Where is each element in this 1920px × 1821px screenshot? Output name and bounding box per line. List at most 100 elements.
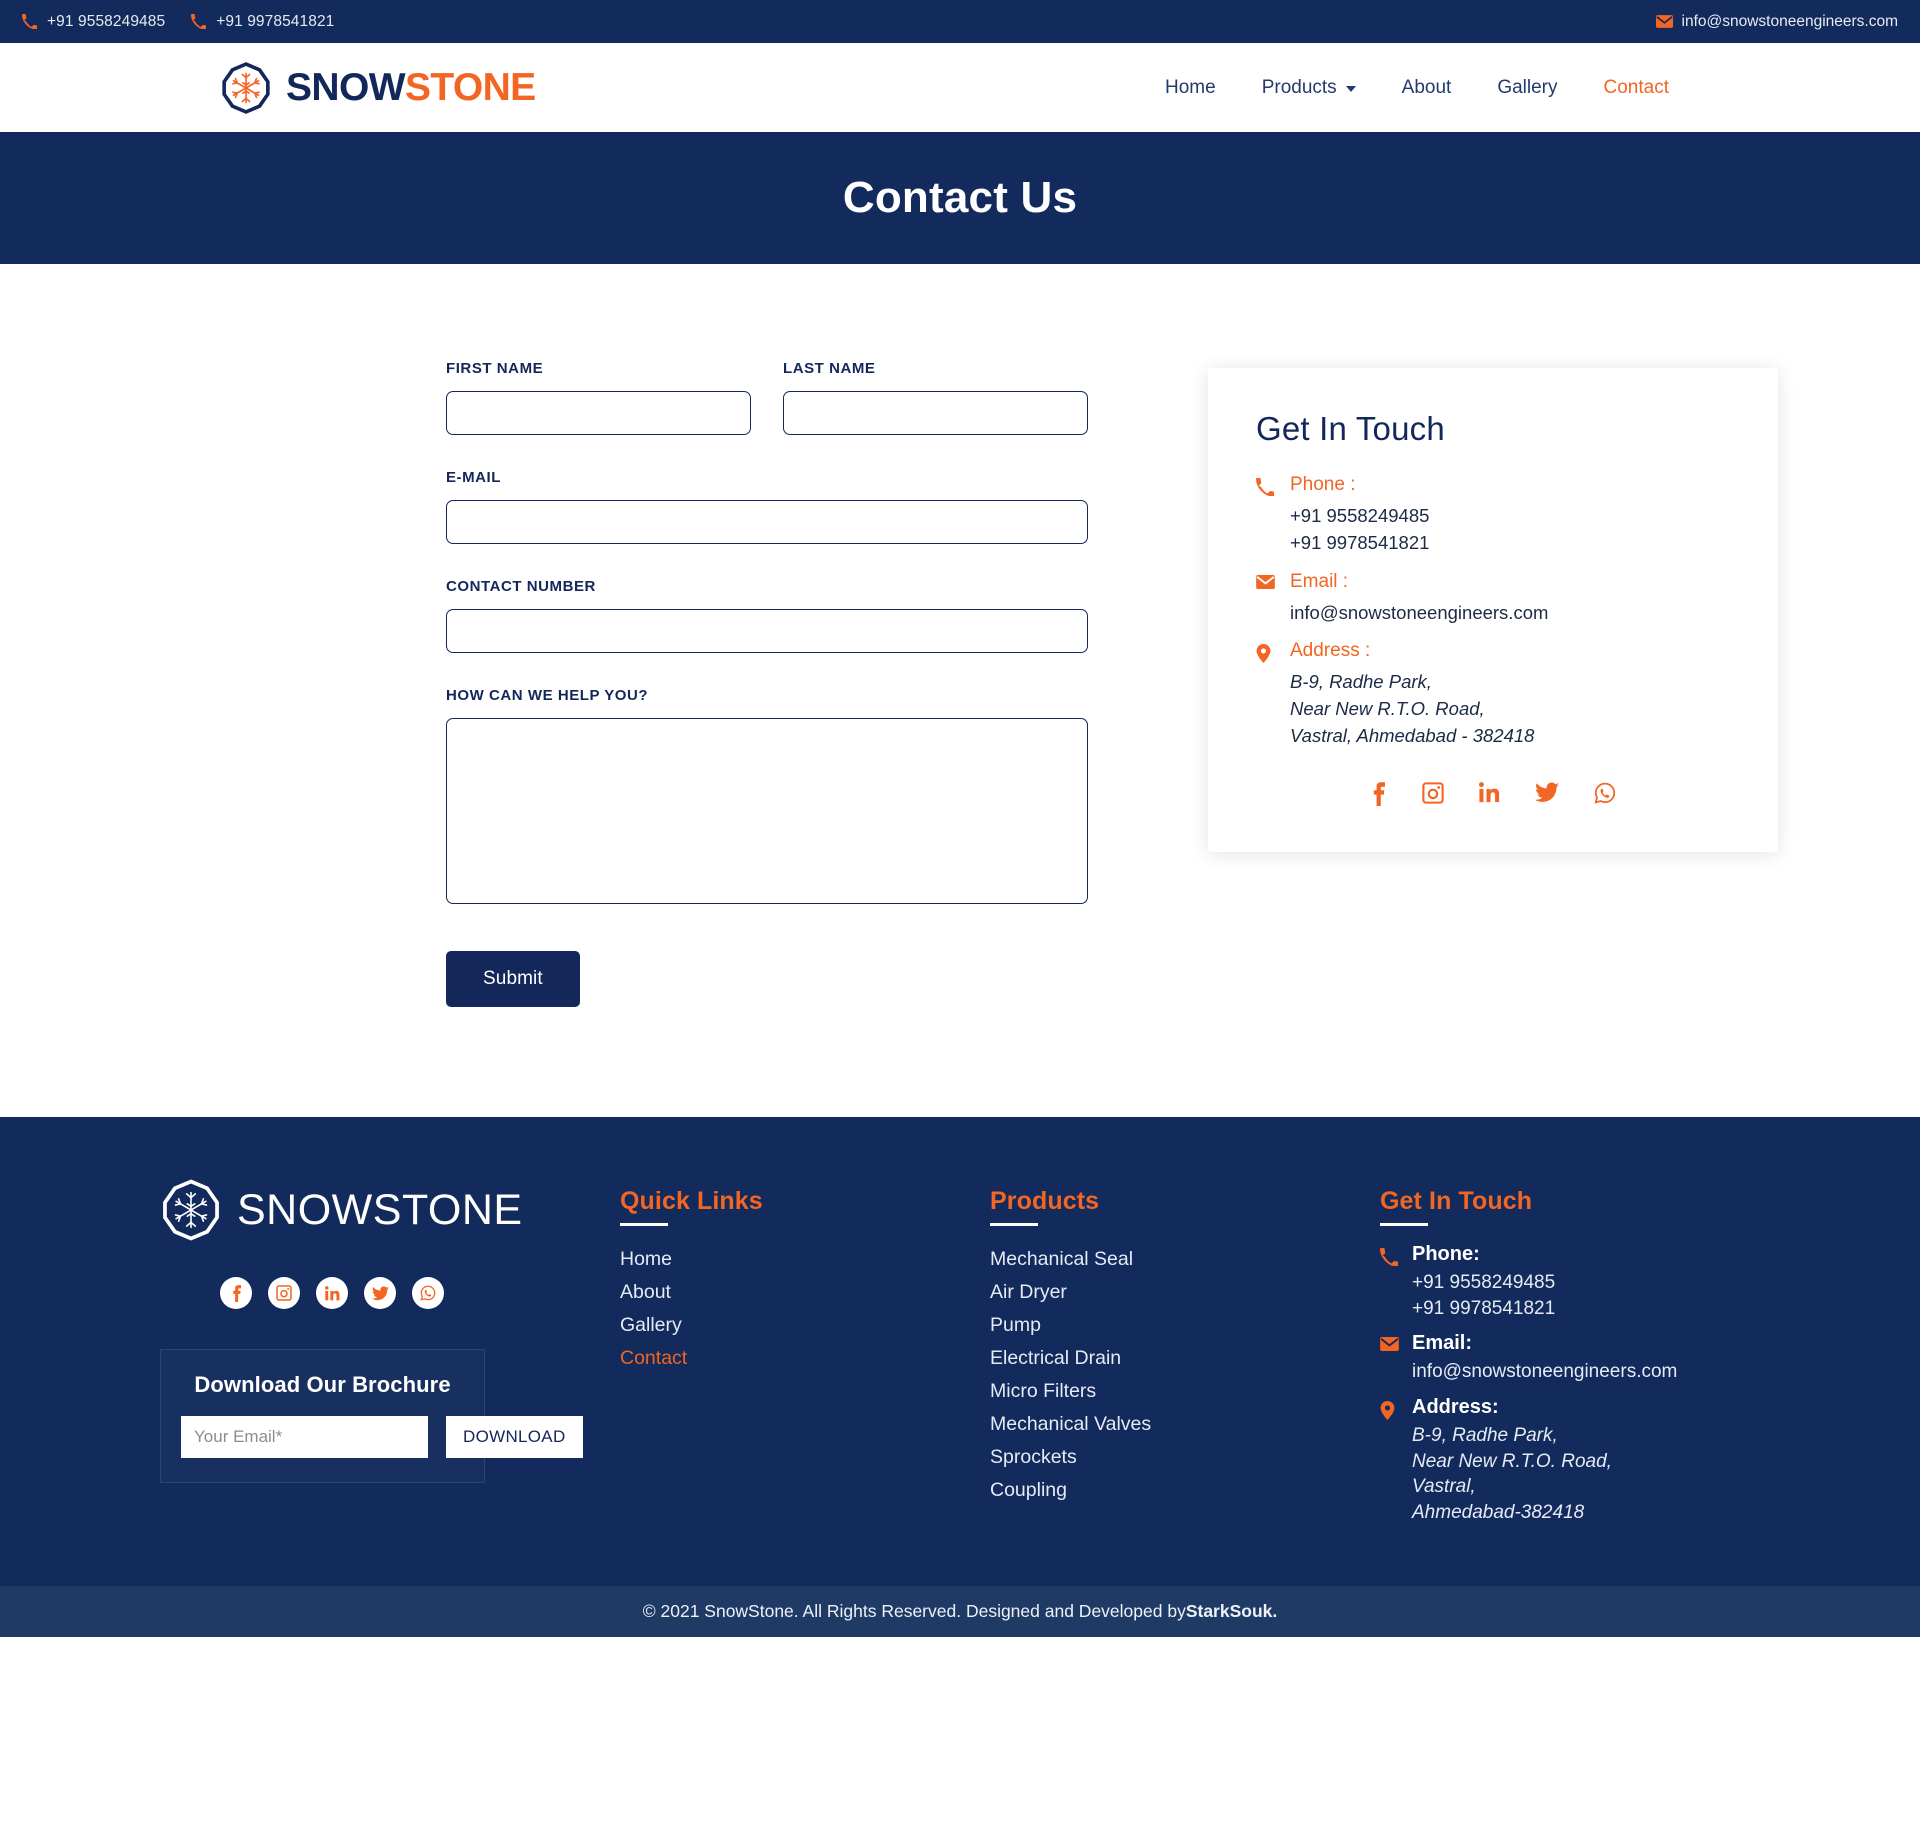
nav-item-contact[interactable]: Contact [1581, 77, 1692, 99]
whatsapp-icon[interactable] [412, 1277, 444, 1309]
footer-products-column: Products Mechanical Seal Air Dryer Pump … [990, 1179, 1380, 1536]
footer-address-line-2: Near New R.T.O. Road, [1412, 1450, 1612, 1472]
topbar-phone-2-label: +91 9978541821 [216, 12, 335, 30]
footer-email-title: Email: [1412, 1332, 1473, 1355]
get-in-touch-phone-1[interactable]: +91 9558249485 [1290, 503, 1730, 530]
footer-link-home[interactable]: Home [620, 1243, 990, 1276]
topbar-phone-1[interactable]: +91 9558249485 [22, 13, 165, 31]
heading-underline [1380, 1223, 1428, 1226]
heading-underline [620, 1223, 668, 1226]
whatsapp-icon[interactable] [1594, 782, 1616, 806]
instagram-icon[interactable] [1422, 782, 1444, 806]
contact-number-label: CONTACT NUMBER [446, 578, 596, 595]
footer-address-line-1: B-9, Radhe Park, [1412, 1424, 1558, 1446]
get-in-touch-email-block: Email : info@snowstoneengineers.com [1256, 571, 1730, 627]
brochure-email-input[interactable] [181, 1416, 428, 1458]
footer-product-electrical-drain[interactable]: Electrical Drain [990, 1342, 1380, 1375]
linkedin-icon[interactable] [316, 1277, 348, 1309]
footer-email[interactable]: info@snowstoneengineers.com [1412, 1359, 1810, 1385]
footer-social-links [220, 1277, 620, 1309]
copyright-credit: StarkSouk. [1185, 1601, 1278, 1622]
twitter-icon[interactable] [1535, 782, 1559, 806]
footer-phone-2[interactable]: +91 9978541821 [1412, 1296, 1810, 1322]
footer-get-in-touch-column: Get In Touch Phone: +91 9558249485 +91 9… [1380, 1179, 1810, 1536]
get-in-touch-address-block: Address : B-9, Radhe Park, Near New R.T.… [1256, 640, 1730, 749]
envelope-icon [1380, 1332, 1412, 1385]
footer-link-contact[interactable]: Contact [620, 1342, 990, 1375]
brand-logo[interactable]: SNOWSTONE [220, 61, 536, 114]
get-in-touch-card: Get In Touch Phone : +91 9558249485 +91 … [1208, 368, 1778, 852]
contact-form: FIRST NAME LAST NAME E-MAIL CONTACT NUMB… [446, 360, 1088, 1007]
page-title: Contact Us [842, 173, 1078, 222]
get-in-touch-address-line-1: B-9, Radhe Park, [1290, 671, 1432, 693]
brochure-form: DOWNLOAD [181, 1416, 583, 1458]
brochure-download-button[interactable]: DOWNLOAD [446, 1416, 583, 1458]
top-contact-bar: +91 9558249485 +91 9978541821 info@snows… [0, 0, 1920, 43]
footer-phone-block: Phone: +91 9558249485 +91 9978541821 [1380, 1243, 1810, 1321]
topbar-phone-2[interactable]: +91 9978541821 [191, 13, 334, 31]
footer-product-sprockets[interactable]: Sprockets [990, 1441, 1380, 1474]
footer-product-pump[interactable]: Pump [990, 1309, 1380, 1342]
footer-product-mechanical-valves[interactable]: Mechanical Valves [990, 1408, 1380, 1441]
get-in-touch-email[interactable]: info@snowstoneengineers.com [1290, 600, 1730, 627]
phone-icon [191, 14, 207, 29]
get-in-touch-column: Get In Touch Phone : +91 9558249485 +91 … [1208, 360, 1778, 852]
facebook-icon[interactable] [220, 1277, 252, 1309]
footer-products-heading: Products [990, 1187, 1100, 1215]
twitter-icon[interactable] [364, 1277, 396, 1309]
brand-word-snow: SNOW [286, 66, 406, 109]
footer-quick-links-column: Quick Links Home About Gallery Contact [620, 1179, 990, 1536]
phone-icon [1256, 474, 1290, 557]
footer-quick-links-heading: Quick Links [620, 1187, 763, 1215]
footer-product-air-dryer[interactable]: Air Dryer [990, 1276, 1380, 1309]
last-name-input[interactable] [783, 391, 1088, 435]
last-name-label: LAST NAME [783, 360, 876, 377]
topbar-email[interactable]: info@snowstoneengineers.com [1655, 12, 1899, 31]
get-in-touch-title: Get In Touch [1256, 410, 1445, 447]
nav-item-home[interactable]: Home [1142, 77, 1239, 99]
message-textarea[interactable] [446, 718, 1088, 904]
get-in-touch-phone-block: Phone : +91 9558249485 +91 9978541821 [1256, 474, 1730, 557]
get-in-touch-phone-2[interactable]: +91 9978541821 [1290, 530, 1730, 557]
footer-address-title: Address: [1412, 1395, 1499, 1418]
nav-item-contact-label: Contact [1603, 76, 1669, 98]
footer-product-mechanical-seal[interactable]: Mechanical Seal [990, 1243, 1380, 1276]
footer-product-coupling[interactable]: Coupling [990, 1474, 1380, 1507]
envelope-icon [1655, 15, 1673, 28]
get-in-touch-address-line-3: Vastral, Ahmedabad - 382418 [1290, 725, 1535, 747]
nav-item-about-label: About [1401, 76, 1452, 98]
footer-logo[interactable]: SNOWSTONE [160, 1179, 620, 1241]
footer-phone-title: Phone: [1412, 1243, 1480, 1265]
page-hero-banner: Contact Us [0, 132, 1920, 264]
nav-item-products[interactable]: Products [1239, 77, 1379, 99]
first-name-input[interactable] [446, 391, 751, 435]
main-navigation: Home Products About Gallery Contact [1142, 77, 1860, 99]
footer-get-in-touch-heading: Get In Touch [1380, 1187, 1533, 1215]
footer-phone-1[interactable]: +91 9558249485 [1412, 1270, 1810, 1296]
contact-number-input[interactable] [446, 609, 1088, 653]
submit-button[interactable]: Submit [446, 951, 580, 1007]
get-in-touch-phone-title: Phone : [1290, 474, 1356, 495]
site-header: SNOWSTONE Home Products About Gallery Co… [0, 43, 1920, 132]
footer-address-block: Address: B-9, Radhe Park, Near New R.T.O… [1380, 1396, 1810, 1526]
instagram-icon[interactable] [268, 1277, 300, 1309]
heading-underline [990, 1223, 1038, 1226]
get-in-touch-address-line-2: Near New R.T.O. Road, [1290, 698, 1485, 720]
nav-item-gallery[interactable]: Gallery [1474, 77, 1580, 99]
linkedin-icon[interactable] [1479, 782, 1500, 806]
nav-item-about[interactable]: About [1379, 77, 1475, 99]
footer-address-line-4: Ahmedabad-382418 [1412, 1501, 1585, 1523]
envelope-icon [1256, 571, 1290, 627]
email-input[interactable] [446, 500, 1088, 544]
first-name-label: FIRST NAME [446, 360, 544, 377]
brand-wordmark: SNOWSTONE [286, 68, 536, 107]
topbar-email-label: info@snowstoneengineers.com [1681, 12, 1899, 30]
footer-product-micro-filters[interactable]: Micro Filters [990, 1375, 1380, 1408]
footer-link-gallery[interactable]: Gallery [620, 1309, 990, 1342]
topbar-phones: +91 9558249485 +91 9978541821 [22, 13, 334, 31]
copyright-text: © 2021 SnowStone. All Rights Reserved. D… [642, 1601, 1186, 1622]
location-pin-icon [1256, 640, 1290, 749]
footer-link-about[interactable]: About [620, 1276, 990, 1309]
facebook-icon[interactable] [1370, 782, 1387, 806]
name-row: FIRST NAME LAST NAME [446, 360, 1088, 469]
